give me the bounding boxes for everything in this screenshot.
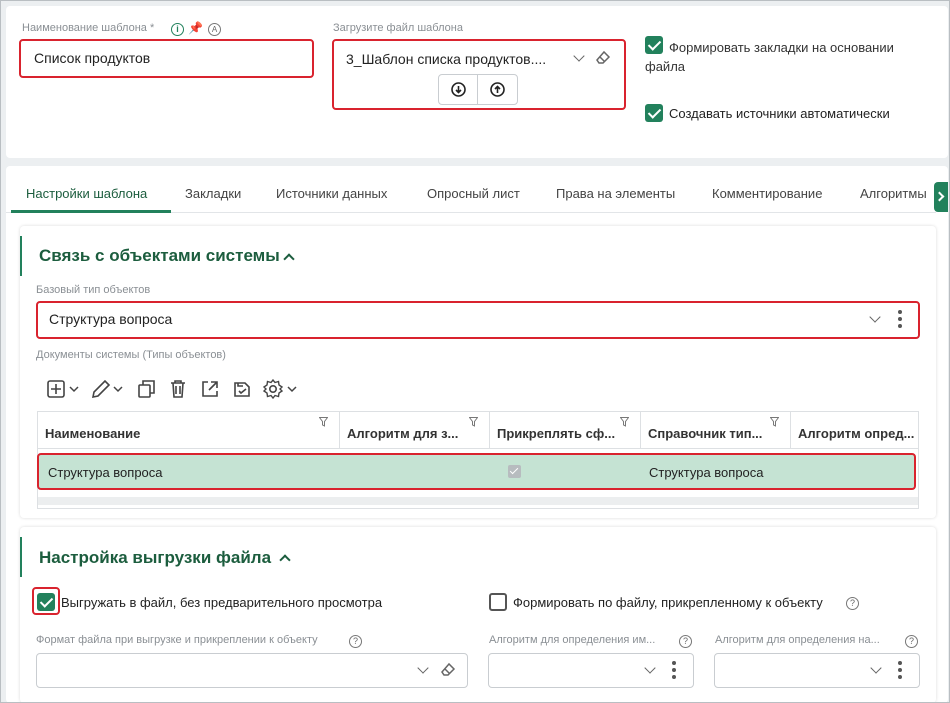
tab-template-settings[interactable]: Настройки шаблона	[26, 186, 147, 201]
eraser-icon[interactable]	[594, 48, 612, 66]
open-external-icon[interactable]	[199, 378, 221, 400]
column-separator[interactable]	[790, 412, 791, 448]
base-type-value: Структура вопроса	[49, 311, 173, 327]
upload-label: Загрузите файл шаблона	[333, 22, 463, 34]
help-icon[interactable]: ?	[905, 635, 918, 648]
download-icon	[451, 82, 466, 97]
tabs-scroll-right-button[interactable]	[934, 182, 948, 212]
base-type-more-icon[interactable]	[898, 310, 902, 331]
template-name-value: Список продуктов	[34, 50, 151, 66]
auto-a-icon[interactable]: A	[208, 23, 221, 36]
file-format-select[interactable]	[36, 653, 468, 688]
chevron-right-icon	[934, 191, 945, 202]
settings-gear-icon[interactable]	[262, 378, 300, 400]
create-sources-checkbox[interactable]	[645, 104, 663, 122]
row-name-cell: Структура вопроса	[48, 465, 163, 480]
filter-icon[interactable]	[469, 417, 478, 427]
link-section-title[interactable]: Связь с объектами системы	[39, 246, 280, 266]
filter-icon[interactable]	[319, 417, 328, 427]
help-icon[interactable]: ?	[846, 597, 859, 610]
algo-name-label: Алгоритм для определения им...	[489, 634, 656, 646]
system-docs-label: Документы системы (Типы объектов)	[36, 349, 226, 361]
save-check-icon[interactable]	[231, 378, 253, 400]
filter-icon[interactable]	[620, 417, 629, 427]
tab-bookmarks[interactable]: Закладки	[185, 186, 241, 201]
export-checkbox-highlight	[32, 587, 60, 615]
file-format-label: Формат файла при выгрузке и прикреплении…	[36, 634, 318, 646]
form-by-file-checkbox[interactable]	[489, 593, 507, 611]
upload-file-button[interactable]	[479, 75, 517, 104]
copy-icon[interactable]	[136, 378, 158, 400]
column-separator[interactable]	[640, 412, 641, 448]
algo-name-more-icon[interactable]	[672, 661, 676, 682]
export-no-preview-label: Выгружать в файл, без предварительного п…	[61, 595, 383, 610]
filter-icon[interactable]	[770, 417, 779, 427]
upload-icon	[490, 82, 505, 97]
algo-na-label: Алгоритм для определения на...	[715, 634, 880, 646]
column-header-algorithm[interactable]: Алгоритм для з...	[347, 426, 482, 441]
export-section-title[interactable]: Настройка выгрузки файла	[39, 548, 271, 568]
export-section-accent	[20, 537, 22, 577]
uploaded-file-name[interactable]: 3_Шаблон списка продуктов....	[346, 51, 546, 67]
tab-commenting[interactable]: Комментирование	[712, 186, 822, 201]
column-header-reference[interactable]: Справочник тип...	[648, 426, 773, 441]
pin-icon[interactable]: 📌	[188, 21, 203, 35]
table-row-highlight	[37, 453, 916, 490]
eraser-icon[interactable]	[439, 660, 457, 678]
help-icon[interactable]: ?	[349, 635, 362, 648]
algo-na-more-icon[interactable]	[898, 661, 902, 682]
tab-algorithms[interactable]: Алгоритмы	[860, 186, 935, 201]
column-separator[interactable]	[339, 412, 340, 448]
form-bookmarks-label: Формировать закладки на основании файла	[645, 40, 894, 74]
algo-na-select[interactable]	[714, 653, 920, 688]
row-reference-cell: Структура вопроса	[649, 465, 764, 480]
info-icon: i	[171, 23, 184, 36]
table-header-divider	[38, 448, 918, 449]
create-sources-label: Создавать источники автоматически	[669, 106, 890, 121]
tab-element-rights[interactable]: Права на элементы	[556, 186, 675, 201]
check-icon	[509, 465, 519, 475]
link-section-accent	[20, 236, 22, 276]
tab-questionnaire[interactable]: Опросный лист	[427, 186, 520, 201]
delete-icon[interactable]	[167, 378, 189, 400]
tab-active-indicator	[11, 210, 171, 213]
column-header-attach[interactable]: Прикреплять сф...	[497, 426, 622, 441]
column-header-name[interactable]: Наименование	[45, 426, 325, 441]
row-attach-checkbox	[508, 465, 521, 478]
add-icon[interactable]	[46, 378, 82, 400]
download-file-button[interactable]	[439, 75, 478, 104]
table-scrollbar[interactable]	[38, 497, 918, 505]
column-separator[interactable]	[489, 412, 490, 448]
edit-icon[interactable]	[90, 378, 126, 400]
algo-name-select[interactable]	[488, 653, 694, 688]
template-name-label: Наименование шаблона *	[22, 22, 155, 34]
form-by-file-label: Формировать по файлу, прикрепленному к о…	[513, 595, 823, 610]
help-icon[interactable]: ?	[679, 635, 692, 648]
column-header-algorithm-def[interactable]: Алгоритм опред...	[798, 426, 918, 441]
base-type-label: Базовый тип объектов	[36, 284, 151, 296]
tab-data-sources[interactable]: Источники данных	[276, 186, 387, 201]
